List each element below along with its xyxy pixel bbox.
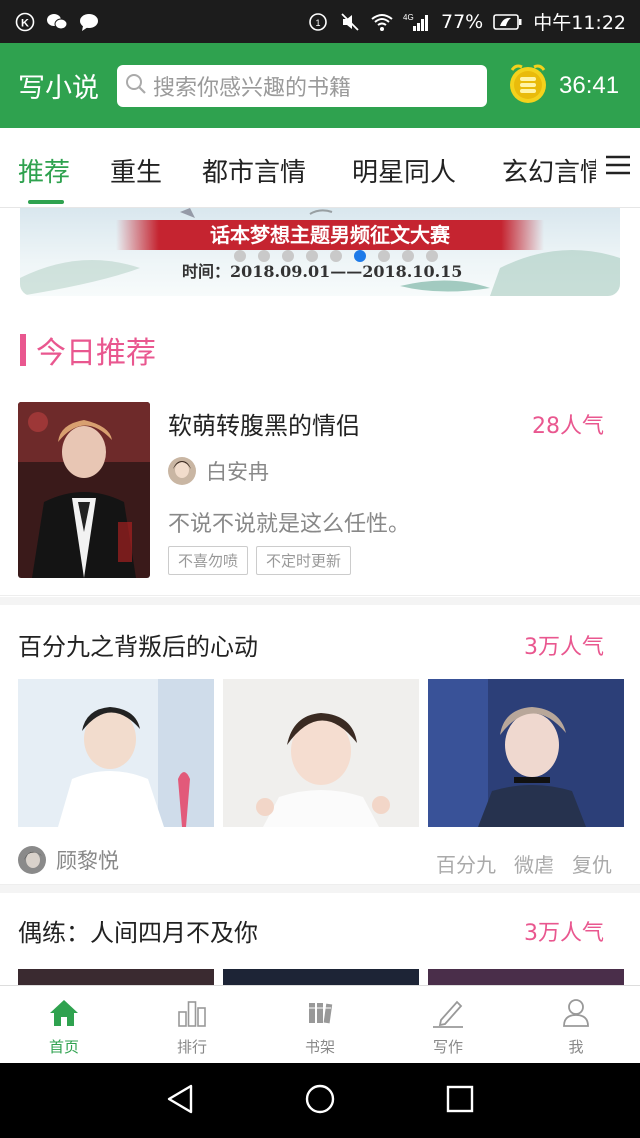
nav-ranking[interactable]: 排行 [128, 986, 256, 1063]
nav-label: 写作 [432, 1038, 463, 1056]
bookshelf-icon [304, 998, 336, 1032]
story-image-row [18, 679, 624, 827]
home-circle-icon[interactable] [304, 1083, 336, 1119]
tab-fantasy-romance[interactable]: 玄幻言情 [502, 152, 606, 189]
nav-bookshelf[interactable]: 书架 [256, 986, 384, 1063]
search-input[interactable]: 搜索你感兴趣的书籍 [117, 64, 487, 107]
nav-home[interactable]: 首页 [0, 986, 128, 1063]
avatar [168, 457, 196, 485]
story-tag: 不定时更新 [256, 546, 352, 575]
story-tags: 不喜勿喷 不定时更新 [168, 546, 352, 575]
author-row[interactable]: 顾黎悦 [18, 845, 119, 875]
story-tag: 微虐 [514, 853, 554, 877]
story-image[interactable] [428, 679, 624, 827]
category-menu-button[interactable] [596, 128, 640, 206]
svg-text:1: 1 [315, 18, 320, 28]
status-bar: K 1 4G 77% 中午11:22 [0, 0, 640, 43]
nav-label: 首页 [48, 1038, 79, 1056]
story-card[interactable]: 百分九之背叛后的心动 3万人气 顾黎悦 百分九 微虐 复仇 [0, 597, 640, 885]
story-title[interactable]: 偶练：人间四月不及你 [18, 913, 258, 948]
tab-urban-romance[interactable]: 都市言情 [202, 152, 306, 189]
story-tag: 百分九 [436, 853, 496, 877]
battery-icon [493, 11, 523, 33]
nav-label: 书架 [304, 1038, 335, 1056]
avatar [18, 846, 46, 874]
story-title[interactable]: 百分九之背叛后的心动 [18, 627, 258, 662]
story-card[interactable]: 偶练：人间四月不及你 3万人气 [0, 885, 640, 993]
clock: 中午11:22 [533, 12, 626, 34]
back-icon[interactable] [165, 1083, 195, 1119]
wechat-icon [46, 11, 68, 33]
user-icon [560, 998, 592, 1032]
mute-icon [339, 11, 361, 33]
author-name: 顾黎悦 [56, 849, 119, 873]
story-tag: 不喜勿喷 [168, 546, 249, 575]
active-tab-indicator [28, 200, 64, 204]
coin-timer-button[interactable]: 36:41 [507, 62, 619, 110]
wifi-icon [371, 11, 393, 33]
story-tag: 复仇 [572, 853, 612, 877]
story-description: 不说不说就是这么任性。 [168, 512, 411, 537]
section-accent-bar [20, 334, 26, 366]
story-title[interactable]: 软萌转腹黑的情侣 [168, 406, 360, 441]
data-saver-icon: 1 [307, 11, 329, 33]
home-icon [48, 998, 80, 1032]
write-novel-button[interactable]: 写小说 [18, 66, 99, 105]
signal-icon: 4G [403, 11, 431, 33]
story-image[interactable] [223, 679, 419, 827]
story-tags: 百分九 微虐 复仇 [436, 849, 612, 878]
category-tabs: 推荐 重生 都市言情 明星同人 玄幻言情 [0, 128, 640, 208]
search-icon [125, 73, 147, 99]
banner-title: 话本梦想主题男频征文大赛 [116, 220, 544, 250]
system-navigation-bar [0, 1063, 640, 1138]
recent-apps-icon[interactable] [445, 1084, 475, 1118]
nav-label: 我 [568, 1038, 584, 1056]
tab-recommend[interactable]: 推荐 [18, 152, 70, 189]
battery-percent: 77% [441, 10, 484, 33]
nav-me[interactable]: 我 [512, 986, 640, 1063]
network-label: 4G [403, 13, 414, 22]
bottom-navigation: 首页 排行 书架 写作 我 [0, 985, 640, 1063]
nav-write[interactable]: 写作 [384, 986, 512, 1063]
k-app-icon: K [14, 11, 36, 33]
banner-carousel[interactable]: 话本梦想主题男频征文大赛 时间：2018.09.01——2018.10.15 [20, 208, 620, 296]
coin-timer: 36:41 [559, 71, 620, 99]
story-popularity: 3万人气 [524, 635, 604, 660]
story-cover-image[interactable] [18, 402, 150, 578]
section-title: 今日推荐 [36, 336, 156, 371]
tab-rebirth[interactable]: 重生 [110, 152, 162, 189]
story-image[interactable] [18, 679, 214, 827]
ranking-icon [176, 998, 208, 1032]
featured-story-card[interactable]: 软萌转腹黑的情侣 28人气 白安冉 不说不说就是这么任性。 不喜勿喷 不定时更新 [0, 400, 640, 596]
search-placeholder: 搜索你感兴趣的书籍 [153, 75, 352, 101]
story-popularity: 28人气 [532, 414, 604, 439]
app-bar: 写小说 搜索你感兴趣的书籍 36:41 [0, 43, 640, 128]
nav-label: 排行 [176, 1038, 207, 1056]
author-row[interactable]: 白安冉 [168, 456, 269, 486]
banner-date: 时间：2018.09.01——2018.10.15 [182, 262, 463, 281]
story-popularity: 3万人气 [524, 921, 604, 946]
message-icon [78, 11, 100, 33]
menu-icon [604, 154, 632, 180]
pencil-icon [431, 998, 465, 1032]
svg-text:K: K [21, 17, 29, 29]
coin-clock-icon [507, 62, 549, 110]
author-name: 白安冉 [206, 460, 269, 484]
section-header: 今日推荐 [20, 328, 156, 372]
tab-celebrity-fanfic[interactable]: 明星同人 [352, 152, 456, 189]
